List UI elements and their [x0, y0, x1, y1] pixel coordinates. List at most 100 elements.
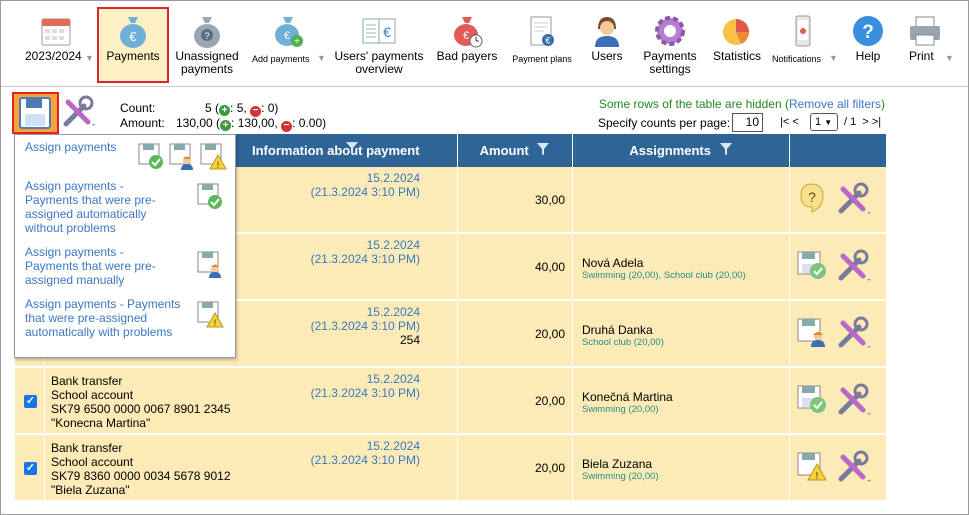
row-checkbox[interactable]: ✓ [24, 395, 37, 408]
floppy-warning-icon: ! [197, 301, 224, 328]
toolbar-payment-plans-button[interactable]: € Payment plans [507, 5, 577, 83]
remove-filters-link[interactable]: Remove all filters [789, 97, 881, 111]
payment-description-line: School account [51, 388, 134, 402]
amount-label: Amount: [120, 116, 165, 130]
assignments-column-header[interactable]: Assignments [572, 134, 789, 167]
toolbar-unassigned-button[interactable]: ? Unassigned payments [171, 5, 243, 83]
toolbar-add-payments-label: Add payments [252, 54, 310, 64]
payment-date: 15.2.2024 (21.3.2024 3:10 PM) [245, 372, 420, 400]
assigned-ok-icon[interactable] [796, 382, 830, 418]
toolbar-print-button[interactable]: Print ▼ [899, 5, 963, 83]
dropdown-item-auto-problems[interactable]: Assign payments - Payments that were pre… [25, 297, 185, 339]
dropdown-item-assign-payments[interactable]: Assign payments [25, 140, 145, 154]
toolbar-payments-settings-button[interactable]: Payments settings [635, 5, 705, 83]
count-minus-value: 0 [267, 101, 275, 115]
chevron-down-icon: ▼ [945, 53, 954, 63]
cell-divider [789, 435, 790, 501]
table-row[interactable]: ✓ Bank transfer School account SK79 6500 00… [15, 368, 886, 434]
cell-divider [572, 167, 573, 233]
cell-divider [789, 234, 790, 300]
hidden-rows-note: Some rows of the table are hidden (Remov… [598, 97, 885, 111]
floppy-user-icon [197, 251, 221, 278]
table-row[interactable]: ✓ Bank transfer School account SK79 8360 00… [15, 435, 886, 501]
last-page-button[interactable]: >| [872, 116, 881, 128]
floppy-check-icon [138, 143, 163, 169]
cell-divider [572, 301, 573, 367]
payment-date-value: 15.2.2024 [366, 238, 420, 252]
toolbar-statistics-label: Statistics [712, 49, 761, 63]
toolbar-payments-label: Payments [106, 49, 160, 63]
amount-column-header[interactable]: Amount [457, 134, 572, 167]
printer-icon [910, 16, 940, 46]
payment-datetime-value: (21.3.2024 3:10 PM) [310, 386, 420, 400]
floppy-check-icon [197, 183, 222, 209]
dropdown-item-manual[interactable]: Assign payments - Payments that were pre… [25, 245, 175, 287]
assignment-detail: Swimming (20,00) [582, 471, 659, 482]
toolbar-users-payments-overview-button[interactable]: € Users' payments overview [331, 5, 427, 83]
pagination-tail: / 1 > >| [844, 116, 881, 128]
toolbar-users-payments-overview-label: Users' payments overview [334, 49, 424, 76]
svg-text:!: ! [217, 160, 220, 170]
payment-date-value: 15.2.2024 [366, 439, 420, 453]
row-tools-icon[interactable] [835, 382, 875, 418]
next-page-button[interactable]: > [862, 116, 868, 128]
assigned-ok-icon[interactable] [796, 248, 830, 284]
prev-page-button[interactable]: < [792, 116, 798, 128]
filter-icon[interactable] [345, 134, 359, 167]
cell-divider [572, 435, 573, 501]
row-checkbox[interactable]: ✓ [24, 462, 37, 475]
toolbar-help-button[interactable]: ? Help [843, 5, 893, 83]
per-page-input[interactable]: 10 [732, 113, 763, 132]
unassigned-question-icon[interactable]: ? [796, 181, 830, 217]
payment-description-line: "Biela Zuzana" [51, 483, 130, 497]
svg-text:?: ? [204, 31, 209, 41]
toolbar-notifications-button[interactable]: Notifications ▼ [767, 5, 839, 83]
toolbar-users-button[interactable]: Users [581, 5, 633, 83]
toolbar-payments-button[interactable]: € Payments [97, 7, 169, 83]
assigned-warning-icon[interactable]: ! [796, 449, 830, 485]
floppy-disk-icon [19, 97, 51, 129]
floppy-user-icon [169, 143, 193, 170]
page-select[interactable]: 1 ▼ [810, 113, 838, 131]
tools-menu-button[interactable] [60, 94, 100, 130]
assignments-column-title: Assignments [629, 143, 711, 158]
toolbar-users-label: Users [591, 49, 623, 63]
svg-text:€: € [463, 30, 469, 42]
assign-payments-dropdown: Assign payments ! Assign payments - Paym… [14, 134, 236, 358]
row-tools-icon[interactable] [835, 248, 875, 284]
amount-column-title: Amount [479, 143, 529, 158]
row-tools-icon[interactable] [835, 315, 875, 351]
filter-icon[interactable] [536, 135, 550, 168]
toolbar-bad-payers-button[interactable]: € Bad payers [431, 5, 503, 83]
payment-datetime-value: (21.3.2024 3:10 PM) [310, 453, 420, 467]
row-tools-icon[interactable] [835, 181, 875, 217]
payment-datetime-value: (21.3.2024 3:10 PM) [310, 319, 420, 333]
plus-icon: + [219, 105, 231, 116]
first-page-button[interactable]: |< [780, 116, 789, 128]
cell-divider [44, 435, 45, 501]
calendar-icon [41, 18, 71, 46]
payment-datetime-value: (21.3.2024 3:10 PM) [310, 185, 420, 199]
assign-payments-menu-button[interactable] [12, 92, 59, 134]
payment-datetime-value: (21.3.2024 3:10 PM) [310, 252, 420, 266]
assigned-manual-icon[interactable] [796, 315, 830, 351]
school-year-selector[interactable]: 2023/2024 ▼ [19, 5, 94, 83]
toolbar-bad-payers-label: Bad payers [436, 49, 498, 63]
money-bag-question-icon: ? [194, 17, 220, 48]
toolbar-statistics-button[interactable]: Statistics [707, 5, 767, 83]
gear-icon [655, 16, 685, 46]
toolbar-unassigned-label: Unassigned payments [175, 49, 239, 76]
dropdown-item-auto-ok[interactable]: Assign payments - Payments that were pre… [25, 179, 175, 235]
payment-description-line: "Konecna Martina" [51, 416, 151, 430]
payment-date: 15.2.2024 (21.3.2024 3:10 PM) [245, 439, 420, 467]
amount-summary: 130,00 (+: 130,00, −: 0.00) [176, 116, 327, 132]
filter-icon[interactable] [719, 135, 733, 168]
payment-date-value: 15.2.2024 [366, 305, 420, 319]
cell-divider [789, 301, 790, 367]
chevron-down-icon: ▼ [85, 53, 94, 63]
toolbar-add-payments-button[interactable]: € + Add payments ▼ [249, 5, 327, 83]
row-tools-icon[interactable] [835, 449, 875, 485]
svg-text:?: ? [862, 22, 874, 43]
money-bag-bad-icon: € [454, 17, 483, 48]
payment-extra-value: 254 [399, 333, 420, 347]
